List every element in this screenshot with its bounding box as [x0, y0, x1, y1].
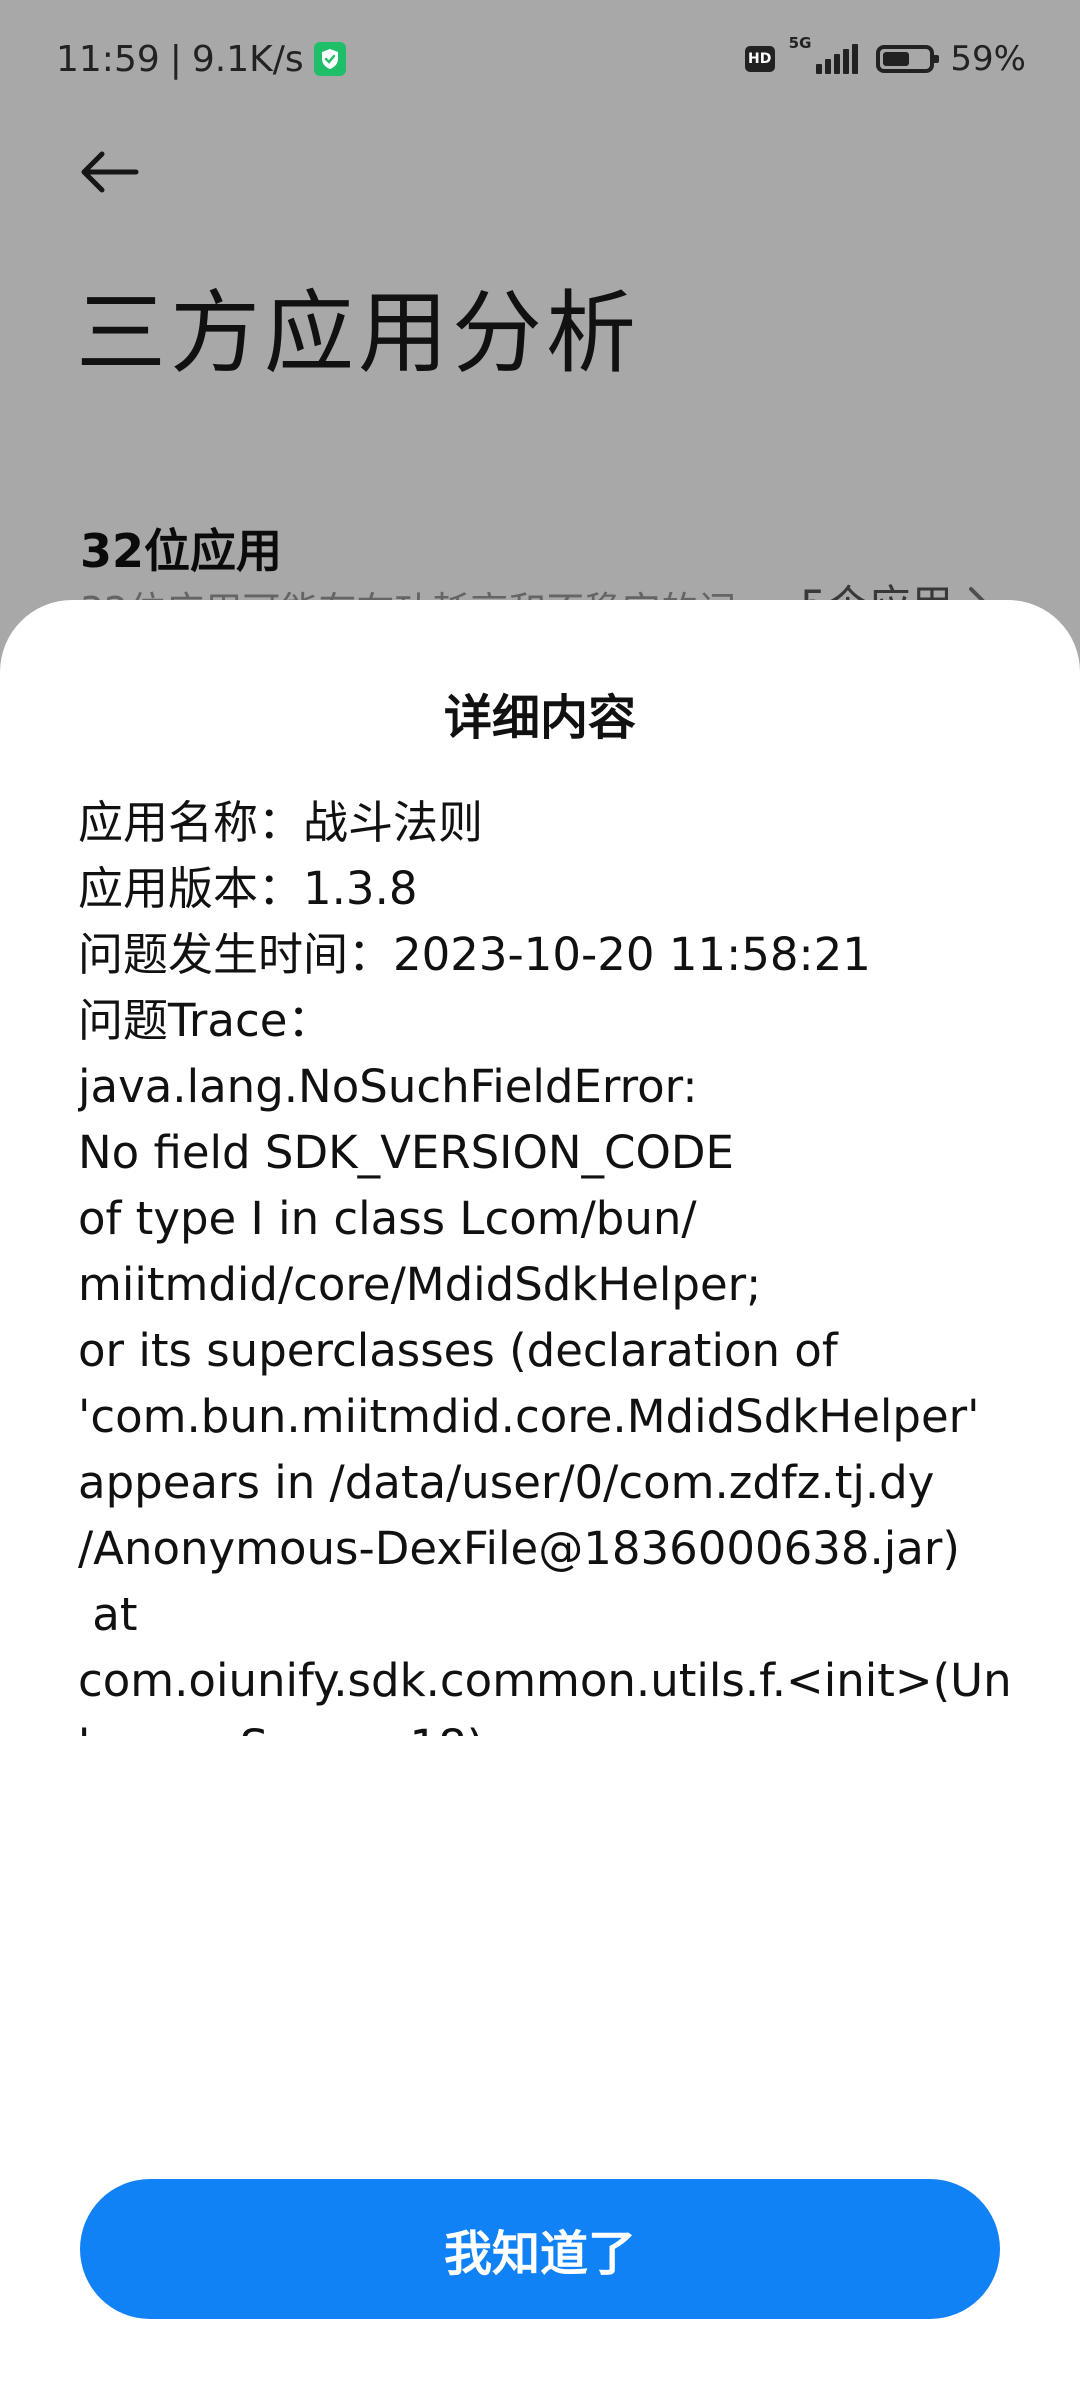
got-it-button[interactable]: 我知道了	[80, 2179, 1000, 2319]
detail-line: 问题发生时间：2023-10-20 11:58:21	[78, 928, 871, 981]
detail-line: miitmdid/core/MdidSdkHelper;	[78, 1258, 762, 1311]
net-speed: 9.1K/s	[191, 38, 304, 80]
detail-line: 'com.bun.miitmdid.core.MdidSdkHelper'	[78, 1390, 980, 1443]
details-dialog: 详细内容 应用名称：战斗法则 应用版本：1.3.8 问题发生时间：2023-10-2…	[0, 600, 1080, 2400]
detail-line: appears in /data/user/0/com.zdfz.tj.dy	[78, 1456, 935, 1509]
battery-level-fill	[883, 52, 910, 66]
hd-icon: HD	[744, 46, 775, 72]
detail-line: 应用版本：1.3.8	[78, 862, 418, 915]
shield-icon	[313, 42, 346, 76]
status-left: 11:59 | 9.1K/s	[56, 34, 346, 84]
detail-line: java.lang.NoSuchFieldError:	[78, 1060, 698, 1113]
network-type: 5G	[788, 34, 812, 52]
detail-line: or its superclasses (declaration of	[78, 1324, 838, 1377]
detail-line: known Source:18)	[78, 1714, 1008, 1736]
detail-line: 问题Trace：	[78, 994, 333, 1047]
battery-percent: 59%	[950, 39, 1026, 79]
battery-icon	[876, 45, 940, 73]
details-scroll-area[interactable]: 应用名称：战斗法则 应用版本：1.3.8 问题发生时间：2023-10-20 11:…	[78, 790, 1008, 1736]
status-bar: 11:59 | 9.1K/s HD 5G 59%	[0, 0, 1080, 120]
status-separator: |	[169, 38, 182, 80]
dialog-title: 详细内容	[443, 690, 636, 746]
detail-line: No field SDK_VERSION_CODE	[78, 1126, 734, 1179]
detail-line: /Anonymous-DexFile@1836000638.jar)	[78, 1522, 960, 1575]
screen: 三方应用分析 32位应用 32位应用可能存在功耗高和不稳定的问 5个应用 11:…	[0, 0, 1080, 2400]
detail-line: com.oiunify.sdk.common.utils.f.<init>(Un	[78, 1654, 1008, 1707]
status-right: HD 5G 59%	[744, 34, 1026, 84]
status-time: 11:59	[56, 38, 160, 80]
detail-line: at	[78, 1588, 138, 1641]
detail-line: 应用名称：战斗法则	[78, 796, 484, 849]
signal-icon	[813, 44, 859, 74]
detail-line: of type I in class Lcom/bun/	[78, 1192, 697, 1245]
